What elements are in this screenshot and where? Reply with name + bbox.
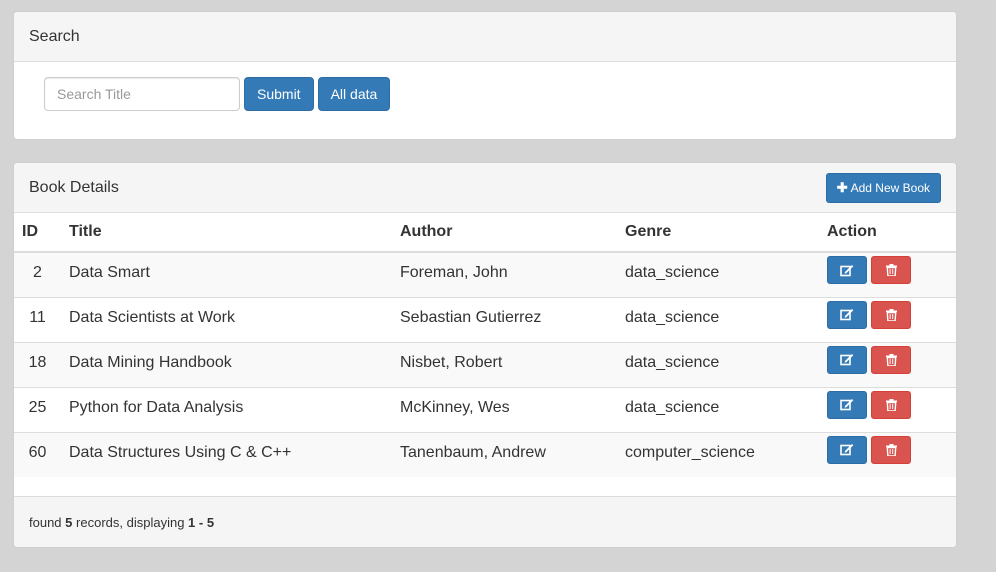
search-panel-title: Search [29, 27, 80, 45]
book-title: Data Scientists at Work [61, 296, 392, 342]
records-summary: found 5 records, displaying 1 - 5 [29, 515, 214, 530]
submit-button[interactable]: Submit [244, 77, 314, 111]
delete-button[interactable] [871, 256, 911, 284]
search-form: Submit All data [44, 77, 391, 111]
add-new-book-label: Add New Book [850, 180, 930, 195]
edit-button[interactable] [827, 435, 867, 464]
books-table: ID Title Author Genre Action 2 Data Smar… [14, 213, 956, 477]
edit-icon [840, 354, 854, 366]
records-footer: found 5 records, displaying 1 - 5 [14, 496, 956, 547]
all-data-button[interactable]: All data [317, 77, 391, 111]
book-id: 25 [14, 386, 61, 432]
books-table-body: 2 Data Smart Foreman, John data_science [14, 252, 956, 477]
column-header-author: Author [392, 213, 617, 253]
edit-icon [840, 399, 854, 411]
book-author: McKinney, Wes [392, 386, 617, 432]
records-middle: records, displaying [76, 514, 185, 530]
book-author: Foreman, John [392, 252, 617, 297]
records-prefix: found [29, 514, 62, 530]
edit-icon [840, 444, 854, 456]
book-id: 2 [14, 252, 61, 297]
edit-button[interactable] [827, 345, 867, 374]
book-id: 60 [14, 431, 61, 477]
table-row: 18 Data Mining Handbook Nisbet, Robert d… [14, 341, 956, 387]
edit-icon [840, 264, 854, 276]
book-author: Sebastian Gutierrez [392, 296, 617, 342]
book-actions [819, 431, 956, 477]
book-actions [819, 296, 956, 342]
book-panel-title: Book Details [29, 178, 119, 196]
table-row: 25 Python for Data Analysis McKinney, We… [14, 386, 956, 432]
edit-button[interactable] [827, 256, 867, 284]
book-actions [819, 341, 956, 387]
trash-icon [885, 398, 897, 411]
book-title: Data Smart [61, 252, 392, 297]
book-genre: computer_science [617, 431, 819, 477]
records-range: 1 - 5 [188, 514, 215, 530]
delete-button[interactable] [871, 300, 911, 329]
book-title: Data Structures Using C & C++ [61, 431, 392, 477]
column-header-id: ID [14, 213, 61, 253]
column-header-title: Title [61, 213, 392, 253]
table-row: 2 Data Smart Foreman, John data_science [14, 252, 956, 297]
column-header-genre: Genre [617, 213, 819, 253]
book-id: 11 [14, 296, 61, 342]
book-genre: data_science [617, 386, 819, 432]
search-title-input[interactable] [44, 77, 240, 111]
book-actions [819, 386, 956, 432]
table-header-row: ID Title Author Genre Action [14, 213, 956, 253]
trash-icon [885, 353, 897, 366]
edit-button[interactable] [827, 390, 867, 419]
book-title: Python for Data Analysis [61, 386, 392, 432]
book-id: 18 [14, 341, 61, 387]
book-author: Tanenbaum, Andrew [392, 431, 617, 477]
table-row: 11 Data Scientists at Work Sebastian Gut… [14, 296, 956, 342]
book-genre: data_science [617, 252, 819, 297]
book-details-panel: Book Details ✚ Add New Book ID Title Aut… [13, 162, 957, 548]
delete-button[interactable] [871, 345, 911, 374]
column-header-action: Action [819, 213, 956, 253]
book-panel-heading: Book Details ✚ Add New Book [14, 163, 956, 213]
table-row: 60 Data Structures Using C & C++ Tanenba… [14, 431, 956, 477]
book-actions [819, 252, 956, 297]
edit-button[interactable] [827, 300, 867, 329]
records-count: 5 [65, 514, 73, 530]
delete-button[interactable] [871, 435, 911, 464]
trash-icon [885, 264, 897, 276]
edit-icon [840, 309, 854, 321]
delete-button[interactable] [871, 390, 911, 419]
trash-icon [885, 443, 897, 456]
trash-icon [885, 308, 897, 321]
add-new-book-button[interactable]: ✚ Add New Book [825, 172, 941, 203]
book-genre: data_science [617, 296, 819, 342]
plus-icon: ✚ [836, 179, 848, 195]
book-title: Data Mining Handbook [61, 341, 392, 387]
search-panel: Search Submit All data [13, 11, 957, 140]
book-genre: data_science [617, 341, 819, 387]
book-author: Nisbet, Robert [392, 341, 617, 387]
search-panel-heading: Search [14, 12, 956, 62]
